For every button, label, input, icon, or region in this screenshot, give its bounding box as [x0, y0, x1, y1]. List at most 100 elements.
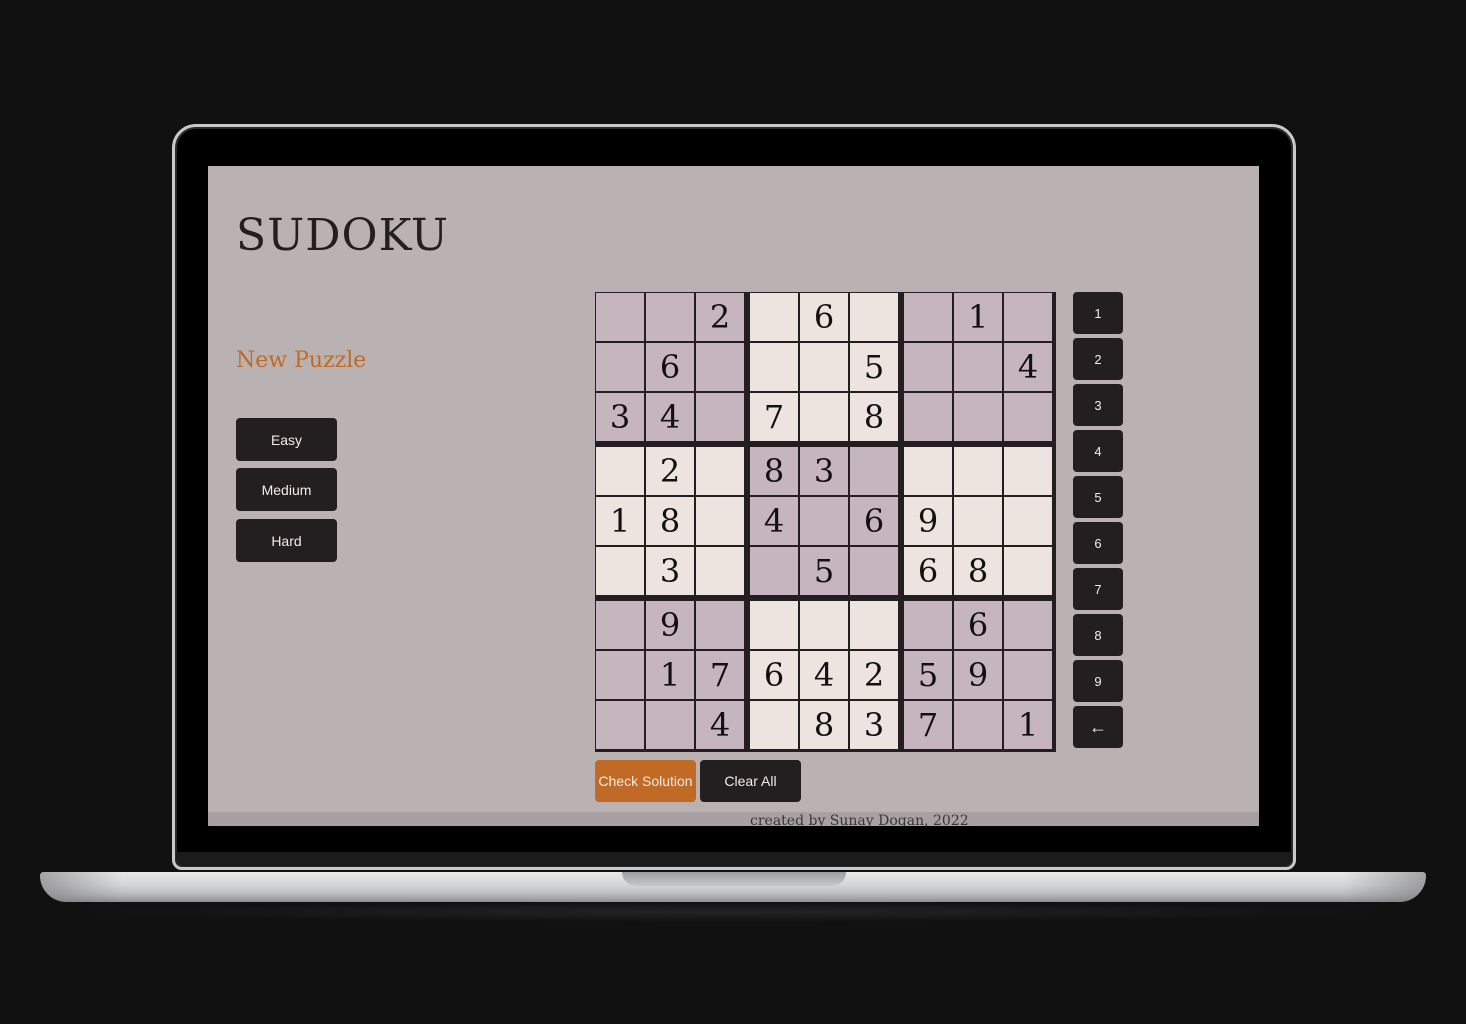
backspace-button[interactable]: ← — [1073, 706, 1123, 748]
board-cell[interactable]: 8 — [750, 447, 798, 495]
new-puzzle-heading: New Puzzle — [236, 348, 367, 373]
board-cell[interactable] — [800, 393, 848, 441]
numpad-two-button[interactable]: 2 — [1073, 338, 1123, 380]
board-cell[interactable]: 7 — [750, 393, 798, 441]
board-cell[interactable]: 3 — [596, 393, 644, 441]
board-cell[interactable]: 6 — [954, 601, 1002, 649]
board-cell[interactable]: 4 — [1004, 343, 1052, 391]
medium-button[interactable]: Medium — [236, 468, 337, 511]
board-cell[interactable] — [904, 343, 952, 391]
board-cell[interactable]: 8 — [800, 701, 848, 749]
board-cell[interactable]: 4 — [800, 651, 848, 699]
numpad-four-button[interactable]: 4 — [1073, 430, 1123, 472]
board-cell[interactable]: 5 — [850, 343, 898, 391]
board-cell[interactable]: 1 — [954, 293, 1002, 341]
board-cell[interactable] — [750, 343, 798, 391]
board-cell[interactable] — [596, 701, 644, 749]
board-cell[interactable] — [596, 447, 644, 495]
board-cell[interactable]: 6 — [750, 651, 798, 699]
board-cell[interactable] — [1004, 393, 1052, 441]
board-cell[interactable]: 7 — [696, 651, 744, 699]
app-screen: SUDOKU New Puzzle Easy Medium Hard 26165… — [208, 166, 1259, 826]
board-cell[interactable] — [646, 293, 694, 341]
board-cell[interactable]: 9 — [954, 651, 1002, 699]
board-cell[interactable] — [696, 447, 744, 495]
board-cell[interactable]: 3 — [850, 701, 898, 749]
board-cell[interactable] — [596, 651, 644, 699]
board-cell[interactable]: 9 — [646, 601, 694, 649]
check-solution-button[interactable]: Check Solution — [595, 760, 696, 802]
board-cell[interactable] — [750, 293, 798, 341]
board-cell[interactable] — [850, 547, 898, 595]
page-title: SUDOKU — [236, 210, 449, 261]
board-cell[interactable] — [696, 601, 744, 649]
board-cell[interactable] — [596, 293, 644, 341]
board-cell[interactable]: 5 — [904, 651, 952, 699]
board-cell[interactable] — [750, 547, 798, 595]
numpad-six-button[interactable]: 6 — [1073, 522, 1123, 564]
numpad-seven-button[interactable]: 7 — [1073, 568, 1123, 610]
easy-button[interactable]: Easy — [236, 418, 337, 461]
board-cell[interactable]: 4 — [696, 701, 744, 749]
board-cell[interactable]: 2 — [696, 293, 744, 341]
board-cell[interactable] — [1004, 497, 1052, 545]
board-cell[interactable] — [800, 343, 848, 391]
board-cell[interactable]: 1 — [596, 497, 644, 545]
board-cell[interactable] — [904, 393, 952, 441]
board-cell[interactable]: 7 — [904, 701, 952, 749]
numpad-five-button[interactable]: 5 — [1073, 476, 1123, 518]
board-cell[interactable] — [954, 497, 1002, 545]
numpad-eight-button[interactable]: 8 — [1073, 614, 1123, 656]
numpad-nine-button[interactable]: 9 — [1073, 660, 1123, 702]
board-cell[interactable]: 9 — [904, 497, 952, 545]
board-cell[interactable] — [800, 497, 848, 545]
board-cell[interactable] — [1004, 447, 1052, 495]
board-cell[interactable] — [696, 497, 744, 545]
board-cell[interactable]: 6 — [850, 497, 898, 545]
board-cell[interactable]: 4 — [646, 393, 694, 441]
board-cell[interactable] — [1004, 601, 1052, 649]
board-cell[interactable]: 4 — [750, 497, 798, 545]
board-cell[interactable] — [850, 601, 898, 649]
hard-button[interactable]: Hard — [236, 519, 337, 562]
board-cell[interactable] — [1004, 547, 1052, 595]
board-cell[interactable] — [596, 547, 644, 595]
numpad-three-button[interactable]: 3 — [1073, 384, 1123, 426]
board-cell[interactable] — [904, 447, 952, 495]
board-cell[interactable] — [954, 393, 1002, 441]
board-cell[interactable] — [954, 447, 1002, 495]
board-cell[interactable] — [750, 701, 798, 749]
numpad-one-button[interactable]: 1 — [1073, 292, 1123, 334]
board-cell[interactable]: 2 — [850, 651, 898, 699]
board-cell[interactable]: 6 — [646, 343, 694, 391]
board-cell[interactable] — [904, 601, 952, 649]
board-cell[interactable] — [596, 343, 644, 391]
board-cell[interactable]: 1 — [1004, 701, 1052, 749]
board-cell[interactable] — [696, 343, 744, 391]
clear-all-button[interactable]: Clear All — [700, 760, 801, 802]
board-cell[interactable]: 8 — [646, 497, 694, 545]
board-cell[interactable] — [1004, 651, 1052, 699]
board-cell[interactable]: 8 — [954, 547, 1002, 595]
footer-credit: created by Sunay Dogan, 2022 — [750, 813, 969, 826]
board-cell[interactable] — [954, 701, 1002, 749]
board-cell[interactable] — [954, 343, 1002, 391]
board-cell[interactable] — [696, 393, 744, 441]
board-cell[interactable]: 3 — [800, 447, 848, 495]
board-cell[interactable] — [750, 601, 798, 649]
board-cell[interactable] — [1004, 293, 1052, 341]
board-cell[interactable] — [646, 701, 694, 749]
board-cell[interactable]: 3 — [646, 547, 694, 595]
board-cell[interactable]: 8 — [850, 393, 898, 441]
board-cell[interactable]: 1 — [646, 651, 694, 699]
board-cell[interactable] — [596, 601, 644, 649]
board-cell[interactable]: 6 — [800, 293, 848, 341]
board-cell[interactable]: 2 — [646, 447, 694, 495]
board-cell[interactable] — [904, 293, 952, 341]
board-cell[interactable]: 6 — [904, 547, 952, 595]
board-cell[interactable] — [696, 547, 744, 595]
board-cell[interactable] — [850, 293, 898, 341]
board-cell[interactable] — [850, 447, 898, 495]
board-cell[interactable]: 5 — [800, 547, 848, 595]
board-cell[interactable] — [800, 601, 848, 649]
